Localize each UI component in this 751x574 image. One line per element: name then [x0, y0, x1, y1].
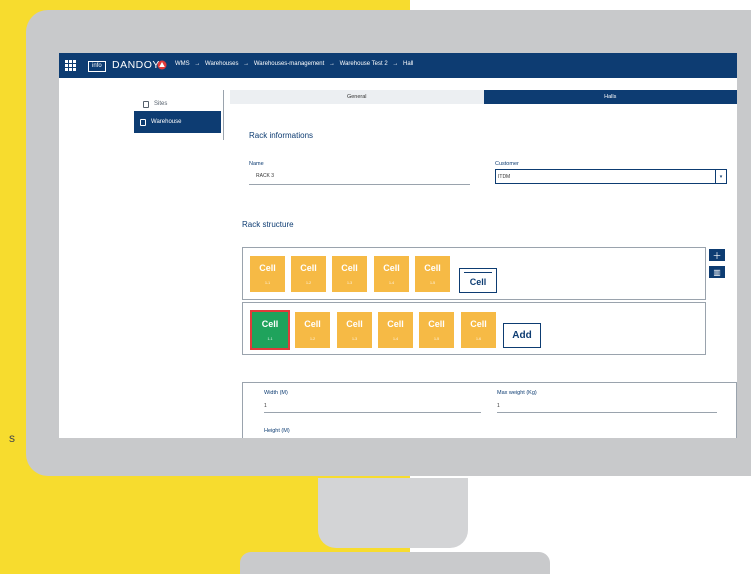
add-cell-button[interactable]: Cell [459, 268, 497, 293]
rack-cell[interactable]: Cell 1-2 [295, 312, 330, 348]
breadcrumb-item[interactable]: Warehouse Test 2 [340, 61, 388, 67]
rack-structure-title: Rack structure [242, 220, 294, 229]
cell-position: 1-3 [346, 281, 353, 285]
customer-label: Customer [495, 161, 519, 167]
rack-cell[interactable]: Cell 1-4 [374, 256, 409, 292]
trash-icon[interactable]: ▥ [709, 266, 725, 278]
cell-position: 1-2 [305, 281, 312, 285]
cell-label: Cell [341, 263, 358, 273]
customer-select[interactable]: ITDM ▾ [495, 169, 727, 184]
height-label: Height (M) [264, 428, 290, 434]
breadcrumb-separator: → [392, 61, 399, 67]
breadcrumb-separator: → [328, 61, 335, 67]
cell-label: Cell [428, 319, 445, 329]
rack-cell[interactable]: Cell 1-1 [250, 256, 285, 292]
cell-label: Cell [387, 319, 404, 329]
monitor-base [240, 552, 550, 574]
cell-label: Cell [424, 263, 441, 273]
width-field[interactable]: 1 [264, 403, 267, 409]
breadcrumb-separator: → [243, 61, 250, 67]
rack-cell[interactable]: Cell 1-3 [332, 256, 367, 292]
sidebar-item-label: Sites [154, 101, 168, 107]
apps-grid-icon[interactable] [65, 60, 76, 71]
cell-position: 1-5 [429, 281, 436, 285]
cell-position: 1-3 [351, 337, 358, 341]
rack-cell[interactable]: Cell 1-5 [419, 312, 454, 348]
dimensions-panel: Width (M) 1 Max weight (Kg) 1 Height (M) [242, 382, 737, 438]
name-field-underline [249, 184, 470, 185]
max-weight-label: Max weight (Kg) [497, 390, 537, 396]
width-field-underline [264, 412, 481, 413]
tab-halls[interactable]: Halls [483, 90, 737, 104]
app-screen: info DANDOY WMS → Warehouses → Warehouse… [59, 53, 737, 438]
breadcrumb-item[interactable]: Warehouses-management [254, 61, 324, 67]
breadcrumb: WMS → Warehouses → Warehouses-management… [175, 61, 416, 67]
cell-label: Cell [261, 319, 279, 329]
customer-selected-value: ITDM [498, 174, 511, 180]
chevron-down-icon[interactable]: ▾ [715, 170, 726, 183]
info-badge[interactable]: info [88, 61, 106, 72]
cell-position: 1-4 [388, 281, 395, 285]
tab-general[interactable]: General [230, 90, 484, 104]
dash-icon [464, 272, 492, 273]
add-cell-button-label: Cell [469, 276, 487, 287]
cell-position: 1-1 [267, 337, 273, 341]
name-field[interactable]: RACK 3 [256, 173, 274, 179]
breadcrumb-item[interactable]: WMS [175, 61, 190, 67]
monitor-neck [318, 478, 468, 548]
sidebar-divider [223, 90, 224, 140]
cell-position: 1-6 [475, 337, 482, 341]
breadcrumb-item-current: Hall [403, 61, 414, 67]
max-weight-field[interactable]: 1 [497, 403, 500, 409]
brand-logo-icon [157, 60, 167, 70]
rack-cell-selected[interactable]: Cell 1-1 [250, 310, 290, 350]
warehouse-icon [140, 118, 146, 126]
building-icon [143, 100, 149, 108]
rack-cell[interactable]: Cell 1-4 [378, 312, 413, 348]
add-button[interactable]: Add [503, 323, 541, 348]
cell-label: Cell [304, 319, 321, 329]
breadcrumb-separator: → [194, 61, 201, 67]
brand-name: DANDOY [112, 59, 160, 71]
rack-cell[interactable]: Cell 1-6 [461, 312, 496, 348]
cell-label: Cell [383, 263, 400, 273]
rack-cell[interactable]: Cell 1-5 [415, 256, 450, 292]
tab-bar: General Halls [230, 90, 737, 104]
cell-label: Cell [470, 319, 487, 329]
rack-cell[interactable]: Cell 1-2 [291, 256, 326, 292]
plus-icon[interactable]: ＋ [709, 249, 725, 261]
width-label: Width (M) [264, 390, 288, 396]
partial-caption-text: s [9, 431, 15, 445]
max-weight-field-underline [497, 412, 717, 413]
rack-cell[interactable]: Cell 1-3 [337, 312, 372, 348]
breadcrumb-item[interactable]: Warehouses [205, 61, 238, 67]
top-navigation-bar: info DANDOY WMS → Warehouses → Warehouse… [59, 53, 737, 78]
cell-label: Cell [346, 319, 363, 329]
cell-position: 1-2 [309, 337, 316, 341]
name-label: Name [249, 161, 264, 167]
cell-position: 1-1 [264, 281, 271, 285]
rack-informations-title: Rack informations [249, 131, 314, 140]
cell-label: Cell [259, 263, 276, 273]
sidebar-item-warehouse[interactable]: Warehouse [134, 111, 221, 133]
cell-position: 1-4 [392, 337, 399, 341]
cell-label: Cell [300, 263, 317, 273]
sidebar-item-label: Warehouse [151, 119, 182, 125]
cell-position: 1-5 [433, 337, 440, 341]
